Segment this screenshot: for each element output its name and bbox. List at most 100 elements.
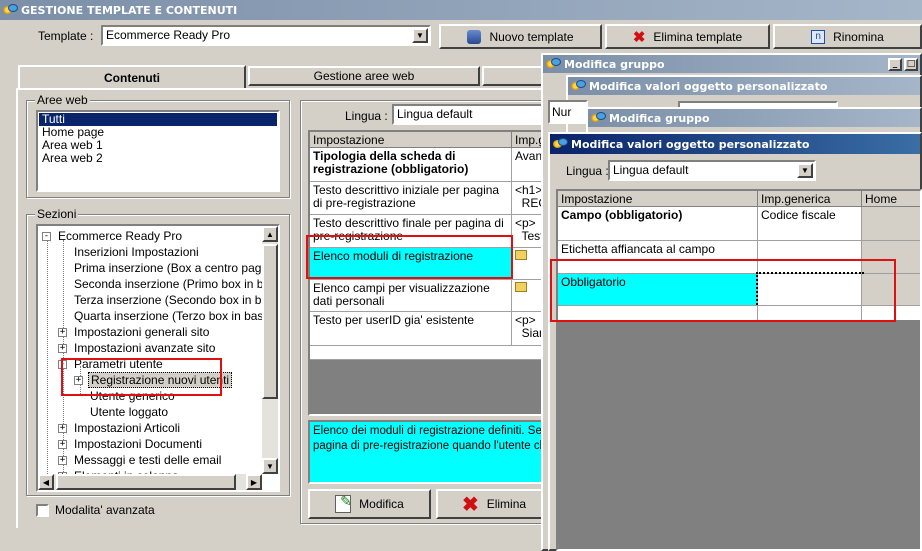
elimina-button[interactable]: ✖ Elimina: [436, 489, 552, 519]
tree-item-label: Impostazioni avanzate sito: [74, 341, 216, 355]
tree-scrollbar-v[interactable]: ▲ ▼: [262, 226, 278, 474]
w4-grid-header[interactable]: Home page: [862, 191, 920, 220]
tree-item[interactable]: - Ecommerce Ready Pro: [42, 229, 184, 244]
elimina-template-button[interactable]: ✖ Elimina template: [605, 24, 770, 49]
chevron-down-icon[interactable]: ▼: [412, 28, 428, 43]
edit-document-icon: ✎: [335, 493, 352, 513]
tab-contenuti[interactable]: Contenuti: [18, 65, 246, 89]
tree-item[interactable]: Seconda inserzione (Primo box in basso): [58, 277, 280, 292]
rinomina-button[interactable]: n Rinomina: [773, 24, 922, 49]
folder-icon[interactable]: [515, 250, 527, 260]
w4-lingua-combo[interactable]: Lingua default ▼: [608, 160, 816, 181]
tree-item[interactable]: + Impostazioni Articoli: [58, 421, 182, 436]
folder-icon[interactable]: [515, 282, 527, 292]
expand-icon[interactable]: +: [58, 440, 67, 449]
tree-item[interactable]: + Impostazioni Documenti: [58, 437, 204, 452]
rinomina-label: Rinomina: [833, 29, 884, 44]
expand-icon[interactable]: +: [58, 344, 67, 353]
delete-x-icon: ✖: [632, 28, 646, 46]
app-icon: [546, 58, 561, 70]
modalita-checkbox[interactable]: [36, 503, 49, 517]
collapse-icon[interactable]: -: [42, 232, 51, 241]
grid-cell-name: Elenco campi per visualizzazione dati pe…: [310, 280, 512, 312]
w4-cell-homepage[interactable]: [862, 207, 920, 241]
template-combo-value: Ecommerce Ready Pro: [106, 28, 231, 42]
app-icon: [571, 80, 586, 92]
app-icon: [591, 112, 606, 124]
template-label: Template :: [38, 29, 94, 43]
tree-item-label: Impostazioni generali sito: [74, 325, 210, 339]
tree-item[interactable]: Utente loggato: [74, 405, 170, 420]
elimina-label: Elimina: [486, 497, 527, 511]
scroll-thumb[interactable]: [262, 244, 278, 399]
expand-icon[interactable]: +: [58, 424, 67, 433]
modifica-button[interactable]: ✎ Modifica: [308, 489, 431, 519]
tree-item[interactable]: + Impostazioni avanzate sito: [58, 341, 217, 356]
scroll-right-icon[interactable]: ▶: [246, 474, 262, 490]
w4-lingua-value: Lingua default: [613, 163, 689, 177]
tab-gestione-aree-web[interactable]: Gestione aree web: [248, 66, 480, 86]
modalita-label: Modalita' avanzata: [55, 503, 155, 517]
nuovo-template-button[interactable]: Nuovo template: [439, 24, 602, 49]
tree-item-label: Prima inserzione (Box a centro pagina): [74, 261, 280, 275]
tree-item-label: Impostazioni Documenti: [74, 437, 203, 451]
aree-web-list[interactable]: Tutti Home page Area web 1 Area web 2: [36, 110, 280, 192]
main-title-bar: GESTIONE TEMPLATE E CONTENUTI: [0, 0, 922, 20]
scroll-down-icon[interactable]: ▼: [262, 458, 278, 474]
app-icon: [3, 4, 18, 16]
lingua-combo[interactable]: Lingua default: [392, 104, 552, 125]
tree-item-label: Ecommerce Ready Pro: [58, 229, 183, 243]
aree-web-item[interactable]: Area web 2: [39, 152, 277, 165]
tree-item-label: Utente loggato: [90, 405, 169, 419]
nuovo-template-label: Nuovo template: [489, 29, 574, 44]
w4-grid[interactable]: ImpostazioneImp.genericaHome page Campo (…: [556, 189, 922, 551]
lingua-label: Lingua :: [345, 109, 388, 123]
tree-item-label: Terza inserzione (Secondo box in basso): [74, 293, 280, 307]
lingua-combo-value: Lingua default: [397, 107, 473, 121]
w2-title-bar: Modifica valori oggetto personalizzato: [568, 77, 920, 95]
tree-scrollbar-h[interactable]: ◀ ▶: [38, 474, 262, 490]
w4-grid-header[interactable]: Imp.generica: [758, 191, 862, 207]
w1-title-bar: Modifica gruppo _ □: [543, 55, 920, 73]
w4-title-bar: Modifica valori oggetto personalizzato: [550, 134, 920, 154]
tab-contenuti-label: Contenuti: [104, 71, 160, 85]
w2-partial-label: Nur: [552, 105, 572, 119]
modalita-avanzata-row[interactable]: Modalita' avanzata: [36, 503, 155, 517]
w4-title: Modifica valori oggetto personalizzato: [571, 137, 810, 151]
tree-item[interactable]: Prima inserzione (Box a centro pagina): [58, 261, 280, 276]
w3-title: Modifica gruppo: [609, 111, 710, 125]
w2-title: Modifica valori oggetto personalizzato: [589, 79, 828, 93]
tree-item[interactable]: + Impostazioni generali sito: [58, 325, 211, 340]
minimize-icon[interactable]: _: [888, 57, 902, 71]
expand-icon[interactable]: +: [58, 456, 67, 465]
database-add-icon: [467, 29, 482, 44]
tab-gestione-label: Gestione aree web: [313, 69, 415, 83]
annotation-box-w4: [550, 259, 896, 322]
grid-header[interactable]: Impostazione: [310, 132, 512, 148]
annotation-box-grid: [306, 235, 513, 279]
w3-title-bar: Modifica gruppo: [588, 109, 920, 127]
w4-cell-name: Campo (obbligatorio): [558, 207, 758, 241]
tree-item-label: Inserizioni Impostazioni: [74, 245, 199, 259]
w1-title: Modifica gruppo: [564, 57, 665, 71]
scroll-thumb-h[interactable]: [56, 474, 236, 490]
scroll-left-icon[interactable]: ◀: [38, 474, 54, 490]
tree-item-label: Impostazioni Articoli: [74, 421, 181, 435]
w2-partial-field: Nur: [548, 100, 588, 124]
tree-item[interactable]: Quarta inserzione (Terzo box in basso): [58, 309, 278, 324]
w4-lingua-label: Lingua :: [566, 164, 609, 178]
maximize-icon[interactable]: □: [904, 57, 918, 71]
tree-item-label: Seconda inserzione (Primo box in basso): [74, 277, 280, 291]
w4-cell-value[interactable]: Codice fiscale: [758, 207, 862, 241]
grid-row-empty: [310, 346, 550, 360]
expand-icon[interactable]: +: [58, 328, 67, 337]
scroll-up-icon[interactable]: ▲: [262, 226, 278, 242]
template-combo[interactable]: Ecommerce Ready Pro ▼: [101, 25, 431, 46]
app-icon: [553, 138, 568, 150]
tree-item-label: Messaggi e testi delle email: [74, 453, 222, 467]
tree-item[interactable]: Terza inserzione (Secondo box in basso): [58, 293, 280, 308]
tree-item[interactable]: Inserizioni Impostazioni: [58, 245, 201, 260]
w4-grid-header[interactable]: Impostazione: [558, 191, 758, 207]
tree-item[interactable]: + Messaggi e testi delle email: [58, 453, 223, 468]
chevron-down-icon[interactable]: ▼: [797, 163, 813, 178]
